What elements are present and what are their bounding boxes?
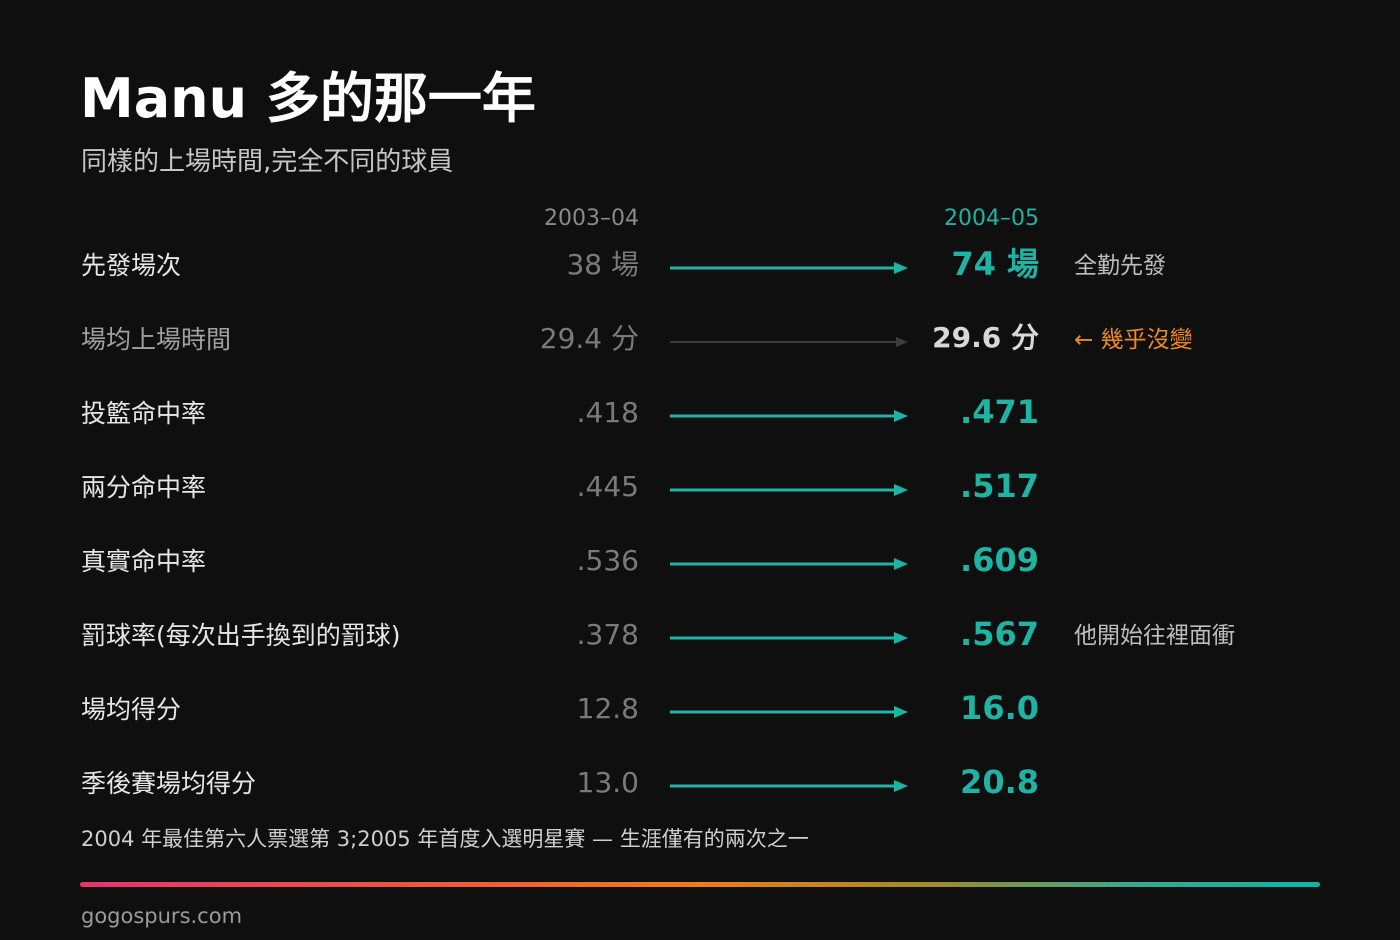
stat-row-2p-pct: 兩分命中率 .445 .517 <box>0 452 1400 526</box>
stat-value-after: 74 場 <box>951 245 1039 283</box>
stat-label: 場均得分 <box>81 695 182 724</box>
stat-label: 真實命中率 <box>81 547 207 576</box>
footnote: 2004 年最佳第六人票選第 3;2005 年首度入選明星賽 — 生涯僅有的兩次… <box>81 827 809 851</box>
stat-value-after: .567 <box>960 615 1039 653</box>
stat-label: 先發場次 <box>81 251 182 280</box>
stat-value-before: 12.8 <box>576 692 639 725</box>
page-subtitle: 同樣的上場時間,完全不同的球員 <box>81 147 454 177</box>
stat-value-after: .609 <box>960 541 1039 579</box>
stat-row-fg-pct: 投籃命中率 .418 .471 <box>0 378 1400 452</box>
stat-note: ← 幾乎沒變 <box>1074 327 1193 353</box>
stat-note: 他開始往裡面衝 <box>1074 623 1235 649</box>
stat-row-minutes: 場均上場時間 29.4 分 29.6 分 ← 幾乎沒變 <box>0 304 1400 378</box>
stat-row-ppg: 場均得分 12.8 16.0 <box>0 674 1400 748</box>
stat-value-before: .418 <box>576 396 639 429</box>
page-title: Manu 多的那一年 <box>80 67 536 130</box>
stat-label: 投籃命中率 <box>81 399 207 428</box>
stat-row-playoff-ppg: 季後賽場均得分 13.0 20.8 <box>0 748 1400 822</box>
stat-row-ft-rate: 罰球率(每次出手換到的罰球) .378 .567 他開始往裡面衝 <box>0 600 1400 674</box>
stat-value-before: 13.0 <box>576 766 639 799</box>
stat-label: 季後賽場均得分 <box>81 769 257 798</box>
stat-row-starts: 先發場次 38 場 74 場 全勤先發 <box>0 230 1400 304</box>
stat-value-after: 20.8 <box>960 763 1039 801</box>
site-credit: gogospurs.com <box>81 904 243 928</box>
stat-value-after: 16.0 <box>960 689 1039 727</box>
stat-value-after: .517 <box>960 467 1039 505</box>
stat-value-before: 29.4 分 <box>539 322 639 355</box>
stat-label: 場均上場時間 <box>81 325 232 354</box>
stat-value-before: .378 <box>576 618 639 651</box>
stat-value-after: 29.6 分 <box>932 321 1039 354</box>
stat-value-before: .536 <box>576 544 639 577</box>
stat-row-ts-pct: 真實命中率 .536 .609 <box>0 526 1400 600</box>
gradient-divider <box>80 882 1320 887</box>
stat-value-after: .471 <box>960 393 1039 431</box>
stat-note: 全勤先發 <box>1074 253 1166 279</box>
stat-value-before: .445 <box>576 470 639 503</box>
stat-label: 兩分命中率 <box>81 473 207 502</box>
stat-label: 罰球率(每次出手換到的罰球) <box>81 621 401 650</box>
stat-value-before: 38 場 <box>566 248 639 281</box>
